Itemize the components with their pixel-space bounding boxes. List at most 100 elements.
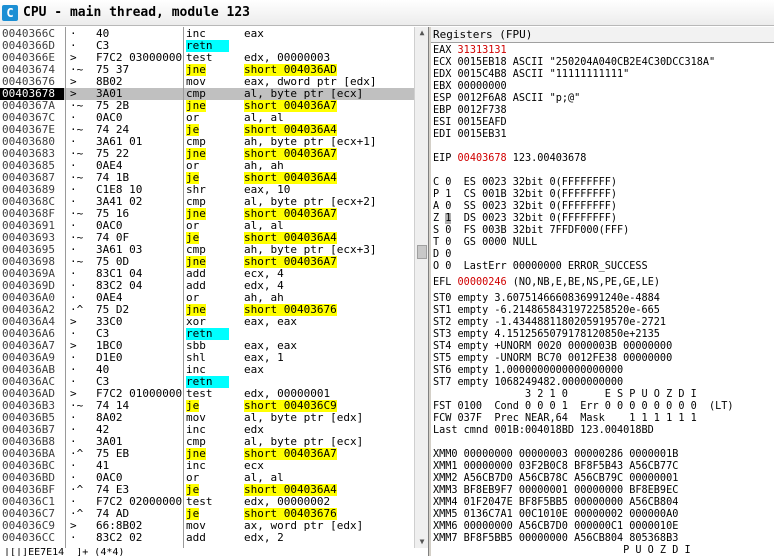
register-esp[interactable]: ESP 0012F6A8 ASCII "p;@" (433, 93, 580, 105)
row-jump-marker: · (70, 531, 77, 544)
register-eip[interactable]: EIP 00403678 123.00403678 (433, 153, 586, 165)
disasm-row[interactable]: 004036A6 · C3 retn (0, 328, 414, 340)
disasm-row[interactable]: 004036B5 · 8A02 mov al, byte ptr [edx] (0, 412, 414, 424)
register-name: EBX (433, 81, 452, 92)
disasm-row[interactable]: 0040369D · 83C2 04 add edx, 4 (0, 280, 414, 292)
fpu-stack-line[interactable]: ST2 empty -1.4344881180205919570e-2721 (433, 317, 666, 329)
disasm-row[interactable]: 004036CC · 83C2 02 add edx, 2 (0, 532, 414, 544)
fpu-status-header[interactable]: 3 2 1 0 E S P U O Z D I (433, 389, 697, 401)
segment-flag-line[interactable]: P 1 CS 001B 32bit 0(FFFFFFFF) (433, 189, 617, 201)
register-edx[interactable]: EDX 0015C4B8 ASCII "11111111111" (433, 69, 629, 81)
segment-text: DS 0023 32bit 0(FFFFFFFF) (451, 213, 618, 224)
registers-header[interactable]: Registers (FPU) (431, 27, 774, 43)
fpu-stack-line[interactable]: ST5 empty -UNORM BC70 0012FE38 00000000 (433, 353, 672, 365)
fpu-stack-line[interactable]: ST3 empty 4.1512565079178120850e+2135 (433, 329, 660, 341)
register-name: ECX (433, 57, 452, 68)
register-efl[interactable]: EFL 00000246 (NO,NB,E,BE,NS,PE,GE,LE) (433, 277, 660, 289)
register-comment: (NO,NB,E,BE,NS,PE,GE,LE) (512, 277, 660, 288)
disasm-row[interactable]: 0040369A · 83C1 04 add ecx, 4 (0, 268, 414, 280)
segment-flag-line[interactable]: A 0 SS 0023 32bit 0(FFFFFFFF) (433, 201, 617, 213)
row-hex-bytes: 33C0 (96, 315, 123, 328)
register-value[interactable]: 0012F738 (458, 105, 507, 116)
disasm-row[interactable]: 00403683 ·~ 75 22 jne short 004036A7 (0, 148, 414, 160)
disasm-row[interactable]: 004036A0 · 0AE4 or ah, ah (0, 292, 414, 304)
mxcsr-flag-header[interactable]: P U O Z D I (433, 545, 690, 556)
register-value[interactable]: 0015EB31 (458, 129, 507, 140)
xmm-register[interactable]: XMM5 0136C7A1 00C1010E 00000002 000000A0 (433, 509, 678, 521)
xmm-register[interactable]: XMM1 00000000 03F2B0C8 BF8F5B43 A56CB77C (433, 461, 678, 473)
disasm-row[interactable]: 004036A9 · D1E0 shl eax, 1 (0, 352, 414, 364)
disasm-scrollbar[interactable]: ▲ ▼ (414, 27, 428, 548)
register-ecx[interactable]: ECX 0015EB18 ASCII "250204A040CB2E4C30DC… (433, 57, 715, 69)
disasm-row[interactable]: 0040367A ·~ 75 2B jne short 004036A7 (0, 100, 414, 112)
segment-flag-line[interactable]: S 0 FS 003B 32bit 7FFDF000(FFF) (433, 225, 629, 237)
disasm-row[interactable]: 00403691 · 0AC0 or al, al (0, 220, 414, 232)
register-value[interactable]: 00403678 (458, 153, 507, 164)
disasm-row[interactable]: 0040367C · 0AC0 or al, al (0, 112, 414, 124)
segment-flag-line[interactable]: D 0 (433, 249, 451, 261)
status-line: |[|]EE7E14 ]+ (4*4) (4, 548, 125, 556)
segment-flag-line[interactable]: Z 1 DS 0023 32bit 0(FFFFFFFF) (433, 213, 617, 225)
row-hex-bytes: 8A02 (96, 411, 123, 424)
register-value[interactable]: 0015EB18 (458, 57, 507, 68)
fpu-status-word[interactable]: FST 0100 Cond 0 0 0 1 Err 0 0 0 0 0 0 0 … (433, 401, 734, 413)
disasm-row[interactable]: 00403687 ·~ 74 1B je short 004036A4 (0, 172, 414, 184)
disasm-row[interactable]: 004036BC · 41 inc ecx (0, 460, 414, 472)
disasm-column-divider[interactable] (65, 27, 66, 548)
fpu-control-word[interactable]: FCW 037F Prec NEAR,64 Mask 1 1 1 1 1 1 (433, 413, 697, 425)
disasm-row[interactable]: 00403680 · 3A61 01 cmp ah, byte ptr [ecx+1] (0, 136, 414, 148)
register-value[interactable]: 31313131 (458, 45, 507, 56)
scroll-up-icon[interactable]: ▲ (416, 27, 428, 39)
fpu-stack-line[interactable]: ST4 empty +UNORM 0020 0000003B 00000000 (433, 341, 672, 353)
flag-label: Z (433, 213, 446, 224)
row-hex-bytes: 40 (96, 363, 110, 376)
disasm-row[interactable]: 004036B8 · 3A01 cmp al, byte ptr [ecx] (0, 436, 414, 448)
xmm-register[interactable]: XMM0 00000000 00000003 00000286 0000001B (433, 449, 678, 461)
segment-flag-line[interactable]: C 0 ES 0023 32bit 0(FFFFFFFF) (433, 177, 617, 189)
disasm-row[interactable]: 0040368F ·~ 75 16 jne short 004036A7 (0, 208, 414, 220)
scroll-down-icon[interactable]: ▼ (416, 536, 428, 548)
disasm-row[interactable]: 004036C9 >66:8B02 mov ax, word ptr [edx] (0, 520, 414, 532)
fpu-stack-line[interactable]: ST0 empty 3.6075146660836991240e-4884 (433, 293, 660, 305)
register-ebp[interactable]: EBP 0012F738 (433, 105, 513, 117)
register-esi[interactable]: ESI 0015EAFD (433, 117, 513, 129)
fpu-stack-line[interactable]: ST6 empty 1.0000000000000000000 (433, 365, 623, 377)
register-edi[interactable]: EDI 0015EB31 (433, 129, 513, 141)
register-value[interactable]: 00000000 (458, 81, 507, 92)
fpu-last-command[interactable]: Last cmnd 001B:004018BD 123.004018BD (433, 425, 654, 437)
scrollbar-thumb[interactable] (417, 245, 427, 259)
registers-pane[interactable]: Registers (FPU) EAX 31313131 ECX 0015EB1… (431, 27, 774, 556)
disasm-row-current[interactable]: 00403678 >3A01 cmp al, byte ptr [ecx] (0, 88, 414, 100)
register-value[interactable]: 00000246 (458, 277, 507, 288)
segment-flag-line[interactable]: T 0 GS 0000 NULL (433, 237, 537, 249)
disasm-row[interactable]: 00403695 · 3A61 03 cmp ah, byte ptr [ecx+3] (0, 244, 414, 256)
disasm-row[interactable]: 004036BD · 0AC0 or al, al (0, 472, 414, 484)
disasm-row[interactable]: 00403685 · 0AE4 or ah, ah (0, 160, 414, 172)
register-comment: ASCII "p;@" (512, 93, 581, 104)
disasm-row[interactable]: 004036AD > F7C2 01000000 test edx, 00000001 (0, 388, 414, 400)
register-eax[interactable]: EAX 31313131 (433, 45, 513, 57)
segment-flag-line[interactable]: O 0 LastErr 00000000 ERROR_SUCCESS (433, 261, 648, 273)
register-value[interactable]: 0012F6A8 (458, 93, 507, 104)
disasm-row[interactable]: 0040368C · 3A41 02 cmp al, byte ptr [ecx+2] (0, 196, 414, 208)
register-value[interactable]: 0015C4B8 (458, 69, 507, 80)
disasm-column-divider[interactable] (183, 27, 184, 548)
fpu-stack-line[interactable]: ST7 empty 1068249482.0000000000 (433, 377, 623, 389)
register-ebx[interactable]: EBX 00000000 (433, 81, 513, 93)
disasm-row[interactable]: 0040366E > F7C2 03000000 test edx, 00000003 (0, 52, 414, 64)
disasm-row[interactable]: 004036BA ·^ 75 EB jne short 004036A7 (0, 448, 414, 460)
register-value[interactable]: 0015EAFD (458, 117, 507, 128)
xmm-register[interactable]: XMM3 BF8EB9F7 00000001 00000000 BF8EB9EC (433, 485, 678, 497)
disasm-row[interactable]: 00403698 ·~ 75 0D jne short 004036A7 (0, 256, 414, 268)
xmm-register[interactable]: XMM2 A56CB7D0 A56CB78C A56CB79C 00000001 (433, 473, 678, 485)
register-name: ESI (433, 117, 452, 128)
row-operands: eax, eax (244, 315, 297, 328)
disassembly-pane[interactable]: 0040366C · 40 inc eax 0040366D · C3 retn 0040366E… (0, 27, 414, 548)
xmm-register[interactable]: XMM4 01F2047E BF8F5BB5 00000000 A56CB804 (433, 497, 678, 509)
xmm-register[interactable]: XMM6 00000000 A56CB7D0 000000C1 0000010E (433, 521, 678, 533)
disasm-row[interactable]: 004036A7 >1BC0 sbb eax, eax (0, 340, 414, 352)
xmm-register[interactable]: XMM7 BF8F5BB5 00000000 A56CB804 805368B3 (433, 533, 678, 545)
disasm-row[interactable]: 004036A2 ·^ 75 D2 jne short 00403676 (0, 304, 414, 316)
fpu-stack-line[interactable]: ST1 empty -6.2148658431972258520e-665 (433, 305, 660, 317)
disasm-row[interactable]: 004036C1 · F7C2 02000000 test edx, 00000002 (0, 496, 414, 508)
